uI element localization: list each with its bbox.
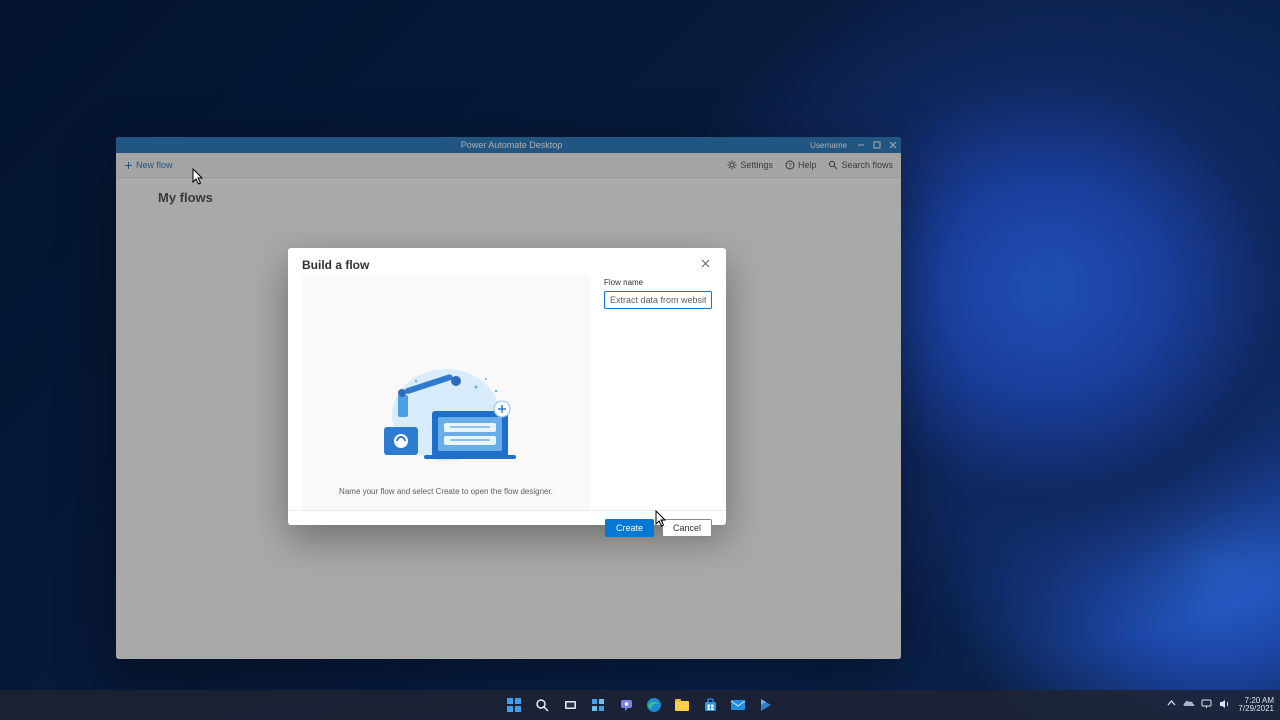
flow-name-label: Flow name [604, 278, 712, 287]
app-window: Power Automate Desktop Username New flow [116, 137, 901, 659]
volume-icon[interactable] [1219, 699, 1230, 712]
taskbar-search-icon[interactable] [533, 696, 551, 714]
close-icon [701, 259, 710, 271]
illustration-panel: Name your flow and select Create to open… [302, 276, 590, 510]
store-icon[interactable] [701, 696, 719, 714]
illustration-caption: Name your flow and select Create to open… [339, 487, 553, 496]
dialog-form: Flow name [604, 276, 712, 510]
cancel-button[interactable]: Cancel [662, 519, 712, 537]
system-tray[interactable]: 7:20 AM 7/29/2021 [1167, 697, 1274, 713]
dialog-title: Build a flow [302, 258, 369, 272]
clock-date: 7/29/2021 [1238, 705, 1274, 713]
chevron-up-icon[interactable] [1167, 699, 1176, 711]
dialog-close-button[interactable] [698, 258, 712, 272]
create-button[interactable]: Create [605, 519, 654, 537]
mail-icon[interactable] [729, 696, 747, 714]
file-explorer-icon[interactable] [673, 696, 691, 714]
build-flow-dialog: Build a flow [288, 248, 726, 525]
taskbar-center [505, 696, 775, 714]
flow-illustration [346, 357, 546, 477]
taskbar-clock[interactable]: 7:20 AM 7/29/2021 [1238, 697, 1274, 713]
edge-icon[interactable] [645, 696, 663, 714]
network-icon[interactable] [1201, 699, 1213, 712]
onedrive-icon[interactable] [1182, 699, 1195, 711]
widgets-icon[interactable] [589, 696, 607, 714]
start-button[interactable] [505, 696, 523, 714]
chat-icon[interactable] [617, 696, 635, 714]
task-view-icon[interactable] [561, 696, 579, 714]
taskbar[interactable]: 7:20 AM 7/29/2021 [0, 690, 1280, 720]
power-automate-icon[interactable] [757, 696, 775, 714]
flow-name-input[interactable] [604, 291, 712, 309]
